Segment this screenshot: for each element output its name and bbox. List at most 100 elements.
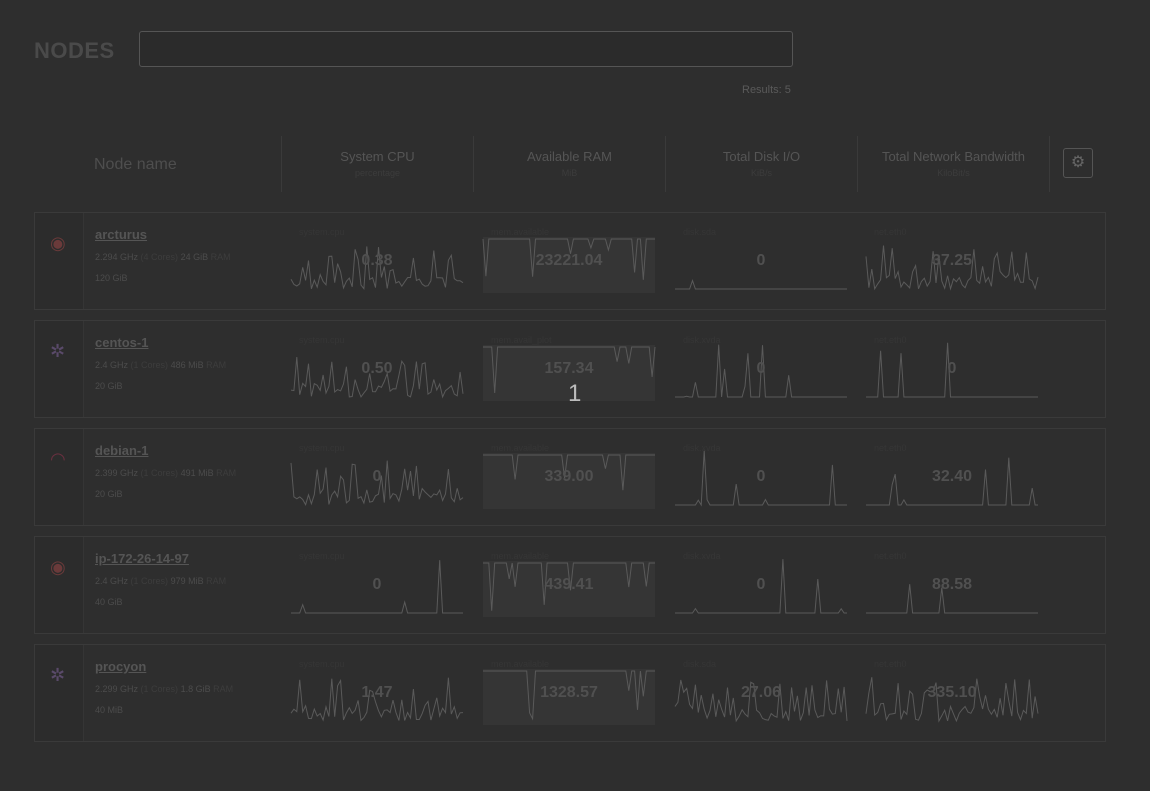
column-title: System CPU xyxy=(340,149,415,164)
core-count: (1 Cores) xyxy=(130,360,169,370)
metric-sparkline[interactable]: net.eth0 37.25 xyxy=(865,227,1039,293)
metric-value: 0 xyxy=(756,468,766,485)
table-header: Node name System CPU percentage Availabl… xyxy=(34,136,1106,192)
debian-swirl-icon: ◉ xyxy=(50,233,66,253)
metric-label: net.eth0 xyxy=(874,335,907,345)
os-logo: ◉ xyxy=(35,213,84,309)
metric-sparkline[interactable]: mem.available 339.00 xyxy=(483,443,655,509)
metric-label: mem.available xyxy=(491,227,550,237)
results-count: Results: 5 xyxy=(742,84,791,96)
metric-sparkline[interactable]: disk.sda 27.06 xyxy=(674,659,848,725)
metric-value: 0.38 xyxy=(361,252,393,269)
metric-sparkline[interactable]: net.eth0 0 xyxy=(866,335,1038,401)
os-logo: ◉ xyxy=(35,537,84,633)
disk-size: 20 GiB xyxy=(95,489,123,499)
column-header-system-cpu[interactable]: System CPU percentage xyxy=(281,136,473,192)
column-title: Available RAM xyxy=(526,149,613,164)
metric-sparkline[interactable]: mem.available 1328.57 xyxy=(483,659,655,725)
metric-label: net.eth0 xyxy=(874,443,907,453)
search-input[interactable] xyxy=(139,31,793,67)
metric-sparkline[interactable]: system.cpu 0 xyxy=(291,551,463,617)
ram-size: 486 MiB xyxy=(170,360,204,370)
metric-value: 0 xyxy=(756,576,766,593)
node-name-link[interactable]: ip-172-26-14-97 xyxy=(95,551,189,566)
metric-sparkline[interactable]: disk.sda 0 xyxy=(675,227,847,293)
core-count: (1 Cores) xyxy=(140,684,179,694)
node-specs: 2.294 GHz (4 Cores) 24 GiB RAM xyxy=(95,252,231,262)
metric-sparkline[interactable]: system.cpu 0 xyxy=(290,443,464,509)
os-logo: ◠ xyxy=(35,429,84,525)
metric-value: 0.50 xyxy=(361,360,393,377)
metric-value: 0 xyxy=(756,252,766,269)
sparkline-line xyxy=(675,278,847,290)
column-header-network-bandwidth[interactable]: Total Network Bandwidth KiloBit/s xyxy=(857,136,1050,192)
cpu-speed: 2.4 GHz xyxy=(95,360,129,370)
metric-value: 37.25 xyxy=(931,252,973,269)
column-header-disk-io[interactable]: Total Disk I/O KiB/s xyxy=(665,136,857,192)
node-name-link[interactable]: procyon xyxy=(95,659,146,674)
metric-sparkline[interactable]: net.eth0 88.58 xyxy=(866,551,1038,617)
overlay-number: 1 xyxy=(568,380,582,407)
column-unit: percentage xyxy=(354,168,401,178)
metric-value: 32.40 xyxy=(931,468,973,485)
metric-label: net.eth0 xyxy=(874,659,907,669)
os-logo: ✲ xyxy=(35,645,84,741)
node-specs: 2.4 GHz (1 Cores) 486 MiB RAM xyxy=(95,360,226,370)
metric-sparkline[interactable]: net.eth0 32.40 xyxy=(866,443,1038,509)
metric-sparkline[interactable]: system.cpu 1.47 xyxy=(290,659,464,725)
ram-size: 1.8 GiB xyxy=(180,684,211,694)
metric-value: 335.10 xyxy=(927,684,977,701)
metric-label: mem.available xyxy=(491,551,550,561)
table-row[interactable]: ◉ arcturus 2.294 GHz (4 Cores) 24 GiB RAM 1… xyxy=(34,212,1106,310)
metric-sparkline[interactable]: disk.xvda 0 xyxy=(675,443,847,509)
column-unit: KiloBit/s xyxy=(937,168,970,178)
metric-label: disk.xvda xyxy=(683,335,721,345)
node-name-link[interactable]: centos-1 xyxy=(95,335,148,350)
metric-value: 0 xyxy=(372,468,382,485)
column-title: Total Disk I/O xyxy=(722,149,801,164)
ram-label: RAM xyxy=(206,360,227,370)
ram-size: 24 GiB xyxy=(180,252,209,262)
metric-value: 88.58 xyxy=(931,576,973,593)
metric-sparkline[interactable]: system.cpu 0.38 xyxy=(290,227,464,293)
settings-button[interactable]: ⚙ xyxy=(1063,148,1093,178)
metric-label: disk.sda xyxy=(683,227,717,237)
node-name-link[interactable]: arcturus xyxy=(95,227,147,242)
metric-sparkline[interactable]: disk.xvda 0 xyxy=(675,551,847,617)
metric-value: 0 xyxy=(372,576,382,593)
metric-sparkline[interactable]: net.eth0 335.10 xyxy=(865,659,1039,725)
debian-swirl-icon: ◉ xyxy=(50,557,66,577)
metric-label: mem.avail_plot xyxy=(491,335,552,345)
table-row[interactable]: ◠ debian-1 2.399 GHz (1 Cores) 491 MiB RAM… xyxy=(34,428,1106,526)
table-row[interactable]: ✲ procyon 2.299 GHz (1 Cores) 1.8 GiB RAM 4… xyxy=(34,644,1106,742)
ram-size: 979 MiB xyxy=(170,576,204,586)
disk-size: 40 GiB xyxy=(95,597,123,607)
column-unit: MiB xyxy=(561,168,578,178)
cpu-speed: 2.299 GHz xyxy=(95,684,139,694)
metric-value: 0 xyxy=(947,360,957,377)
metric-label: disk.xvda xyxy=(683,443,721,453)
node-name-link[interactable]: debian-1 xyxy=(95,443,148,458)
core-count: (1 Cores) xyxy=(130,576,169,586)
metric-sparkline[interactable]: mem.available 439.41 xyxy=(483,551,655,617)
disk-size: 40 MiB xyxy=(95,705,124,715)
metric-value: 439.41 xyxy=(544,576,594,593)
column-header-node-name[interactable]: Node name xyxy=(94,156,177,174)
ram-label: RAM xyxy=(213,684,234,694)
table-row[interactable]: ◉ ip-172-26-14-97 2.4 GHz (1 Cores) 979 Mi… xyxy=(34,536,1106,634)
metric-value: 0 xyxy=(756,360,766,377)
metric-sparkline[interactable]: system.cpu 0.50 xyxy=(290,335,464,401)
node-specs: 2.4 GHz (1 Cores) 979 MiB RAM xyxy=(95,576,226,586)
page-title: NODES xyxy=(34,38,115,63)
core-count: (1 Cores) xyxy=(140,468,179,478)
metric-label: system.cpu xyxy=(299,659,345,669)
node-specs: 2.399 GHz (1 Cores) 491 MiB RAM xyxy=(95,468,236,478)
metric-sparkline[interactable]: mem.available 23221.04 xyxy=(482,227,655,293)
metric-value: 1.47 xyxy=(361,684,393,701)
metric-sparkline[interactable]: disk.xvda 0 xyxy=(675,335,847,401)
metric-value: 23221.04 xyxy=(535,252,603,269)
column-header-available-ram[interactable]: Available RAM MiB xyxy=(473,136,665,192)
metric-label: system.cpu xyxy=(299,551,345,561)
debian-icon: ◠ xyxy=(50,449,66,469)
ram-size: 491 MiB xyxy=(180,468,214,478)
